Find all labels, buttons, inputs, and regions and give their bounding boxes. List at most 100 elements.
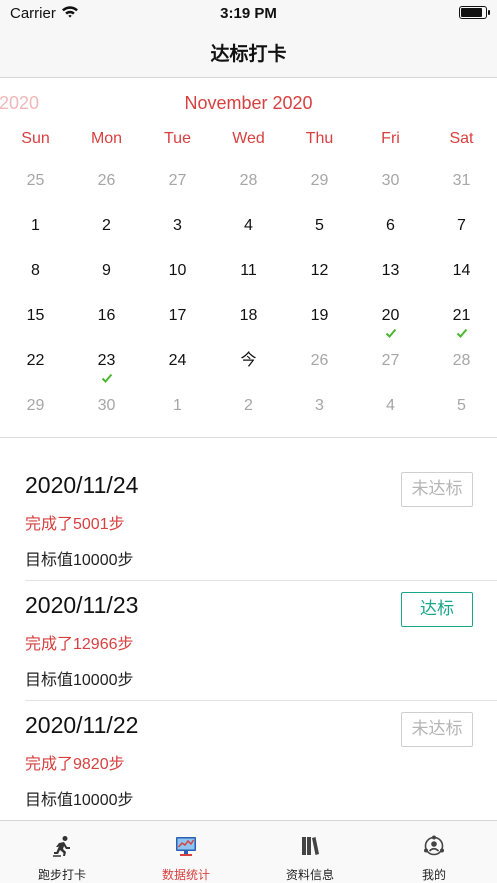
calendar-day-number: 11 (240, 262, 257, 279)
calendar-day[interactable]: 2 (213, 396, 284, 441)
calendar-day[interactable]: 28 (213, 171, 284, 216)
calendar-day-number: 20 (381, 307, 400, 324)
tab-resource-info[interactable]: 资料信息 (248, 821, 372, 883)
calendar-day[interactable]: 3 (284, 396, 355, 441)
tab-label: 跑步打卡 (37, 868, 86, 882)
calendar-day-number: 1 (173, 397, 182, 414)
calendar-day[interactable]: 8 (0, 261, 71, 306)
calendar-day-number: 28 (239, 172, 258, 189)
status-badge: 达标 (401, 592, 473, 627)
page-title: 达标打卡 (210, 44, 287, 65)
status-bar: Carrier 3:19 PM (0, 0, 497, 26)
calendar[interactable]: er 2020 November 2020 Sun Mon Tue Wed Th… (0, 78, 497, 438)
calendar-day-number: 13 (381, 262, 400, 279)
calendar-day[interactable]: 今 (213, 351, 284, 396)
record-steps-done: 完成了9820步 (25, 756, 125, 773)
weekday-thu: Thu (305, 130, 334, 147)
checkmark-icon (385, 328, 396, 338)
navigation-bar: 达标打卡 (0, 26, 497, 78)
calendar-day-number: 10 (168, 262, 187, 279)
calendar-day[interactable]: 15 (0, 306, 71, 351)
calendar-day-number: 30 (381, 172, 400, 189)
calendar-day[interactable]: 22 (0, 351, 71, 396)
tab-running-checkin[interactable]: 跑步打卡 (0, 821, 124, 883)
record-steps-done: 完成了5001步 (25, 516, 125, 533)
calendar-day[interactable]: 31 (426, 171, 497, 216)
calendar-day-number: 14 (452, 262, 471, 279)
calendar-day-number: 15 (26, 307, 45, 324)
calendar-day[interactable]: 12 (284, 261, 355, 306)
record-item[interactable]: 2020/11/23 完成了12966步 目标值10000步 达标 (25, 559, 497, 689)
calendar-day[interactable]: 29 (0, 396, 71, 441)
record-date: 2020/11/24 (25, 472, 139, 498)
calendar-day[interactable]: 4 (355, 396, 426, 441)
calendar-day[interactable]: 29 (284, 171, 355, 216)
calendar-day[interactable]: 2 (71, 216, 142, 261)
calendar-day[interactable]: 10 (142, 261, 213, 306)
record-steps-done: 完成了12966步 (25, 636, 134, 653)
calendar-day-number: 16 (97, 307, 116, 324)
calendar-day[interactable]: 14 (426, 261, 497, 306)
calendar-day[interactable]: 28 (426, 351, 497, 396)
calendar-day[interactable]: 16 (71, 306, 142, 351)
status-time: 3:19 PM (220, 5, 277, 22)
record-target: 目标值10000步 (25, 792, 134, 809)
calendar-day-number: 今 (240, 352, 257, 369)
weekday-mon: Mon (90, 130, 123, 147)
battery-fill (461, 8, 482, 17)
calendar-day[interactable]: 24 (142, 351, 213, 396)
calendar-day-number: 18 (239, 307, 258, 324)
calendar-day[interactable]: 11 (213, 261, 284, 306)
calendar-day[interactable]: 9 (71, 261, 142, 306)
calendar-day[interactable]: 5 (426, 396, 497, 441)
calendar-day[interactable]: 18 (213, 306, 284, 351)
calendar-day-number: 30 (97, 397, 116, 414)
weekday-sun: Sun (21, 130, 50, 147)
calendar-day-number: 5 (457, 397, 466, 414)
weekday-wed: Wed (232, 130, 265, 147)
calendar-day-number: 26 (97, 172, 116, 189)
calendar-day[interactable]: 23 (71, 351, 142, 396)
calendar-day[interactable]: 26 (71, 171, 142, 216)
calendar-day-number: 24 (168, 352, 187, 369)
books-icon (302, 837, 319, 855)
calendar-day[interactable]: 26 (284, 351, 355, 396)
calendar-day[interactable]: 27 (355, 351, 426, 396)
calendar-day[interactable]: 21 (426, 306, 497, 351)
calendar-day[interactable]: 27 (142, 171, 213, 216)
calendar-day-number: 29 (310, 172, 329, 189)
calendar-day-number: 4 (386, 397, 395, 414)
calendar-day-number: 6 (386, 217, 395, 234)
calendar-day-number: 4 (244, 217, 253, 234)
record-item[interactable]: 2020/11/22 完成了9820步 目标值10000步 未达标 (25, 679, 497, 809)
calendar-day[interactable]: 30 (355, 171, 426, 216)
profile-network-icon (424, 835, 444, 856)
calendar-day-number: 1 (31, 217, 40, 234)
running-person-icon (53, 836, 70, 857)
calendar-day[interactable]: 25 (0, 171, 71, 216)
calendar-day[interactable]: 5 (284, 216, 355, 261)
calendar-day[interactable]: 30 (71, 396, 142, 441)
calendar-day-number: 3 (315, 397, 324, 414)
tab-data-statistics[interactable]: 数据统计 (124, 821, 248, 883)
calendar-day[interactable]: 1 (0, 216, 71, 261)
record-date: 2020/11/22 (25, 712, 139, 738)
calendar-day[interactable]: 19 (284, 306, 355, 351)
calendar-day-number: 29 (26, 397, 45, 414)
calendar-day[interactable]: 4 (213, 216, 284, 261)
tab-mine[interactable]: 我的 (372, 821, 496, 883)
calendar-day[interactable]: 6 (355, 216, 426, 261)
calendar-day-number: 5 (315, 217, 324, 234)
calendar-day[interactable]: 1 (142, 396, 213, 441)
calendar-day-number: 9 (102, 262, 111, 279)
calendar-day-number: 12 (310, 262, 329, 279)
record-item[interactable]: 2020/11/24 完成了5001步 目标值10000步 未达标 (25, 439, 497, 569)
calendar-day[interactable]: 20 (355, 306, 426, 351)
calendar-day[interactable]: 7 (426, 216, 497, 261)
calendar-day[interactable]: 3 (142, 216, 213, 261)
current-month-label: November 2020 (184, 93, 313, 113)
checkmark-icon (101, 373, 112, 383)
tab-label: 数据统计 (161, 868, 210, 882)
calendar-day[interactable]: 13 (355, 261, 426, 306)
calendar-day[interactable]: 17 (142, 306, 213, 351)
